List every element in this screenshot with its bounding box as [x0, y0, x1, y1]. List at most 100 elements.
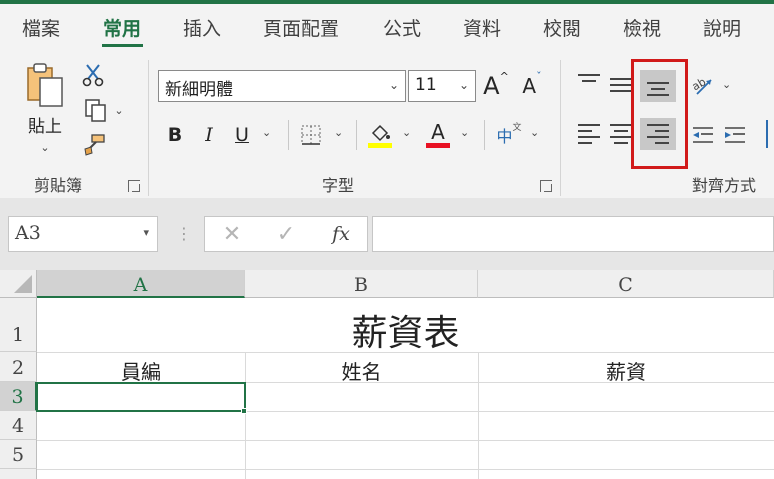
formula-input[interactable] [372, 216, 774, 252]
font-color-letter: A [431, 119, 445, 144]
fill-color-swatch [368, 142, 392, 148]
italic-button[interactable]: I [198, 120, 220, 150]
insert-function-button[interactable]: fx [329, 221, 353, 247]
column-header-a[interactable]: A [37, 270, 245, 298]
row-header-4[interactable]: 4 [0, 411, 37, 440]
borders-icon [301, 125, 321, 145]
scissors-icon [82, 64, 104, 87]
column-header-b[interactable]: B [245, 270, 478, 298]
tab-file[interactable]: 檔案 [22, 14, 60, 41]
shrink-font-letter: A [522, 74, 537, 98]
paste-label: 貼上 [28, 117, 62, 137]
chevron-down-icon: ⌄ [388, 78, 399, 92]
annotation-highlight-box [631, 59, 688, 169]
align-left-icon[interactable] [578, 124, 600, 148]
paste-button[interactable]: 貼上 ⌄ [20, 60, 70, 160]
formula-buttons: ✕ ✓ fx [204, 216, 368, 252]
increase-indent-icon [725, 127, 745, 143]
chevron-down-icon[interactable]: ⌄ [722, 78, 731, 91]
divider [356, 120, 357, 150]
column-header-c[interactable]: C [478, 270, 774, 298]
font-color-swatch [426, 142, 450, 148]
tab-formulas[interactable]: 公式 [383, 14, 421, 41]
tab-data[interactable]: 資料 [463, 14, 501, 41]
cancel-icon[interactable]: ✕ [221, 222, 243, 247]
chevron-down-icon[interactable]: ⌄ [460, 126, 469, 139]
chevron-down-icon: ⌄ [114, 103, 124, 117]
cut-button[interactable] [80, 62, 106, 88]
caret-down-icon: ▾ [143, 226, 149, 239]
text-orientation-icon: ab [691, 75, 712, 95]
font-size-value: 11 [415, 75, 437, 95]
cell-a2[interactable]: 員編 [37, 356, 245, 385]
phonetic-icon: 文 [512, 123, 522, 133]
chevron-down-icon[interactable]: ⌄ [262, 126, 271, 139]
copy-icon [85, 99, 107, 122]
paint-bucket-icon [371, 124, 390, 141]
divider [288, 120, 289, 150]
cell-b2[interactable]: 姓名 [245, 356, 478, 385]
tab-view[interactable]: 檢視 [623, 14, 661, 41]
decrease-indent-button[interactable] [690, 122, 716, 148]
font-group-label: 字型 [322, 176, 355, 195]
row-header-2[interactable]: 2 [0, 352, 37, 382]
phonetic-label: 中 [496, 127, 513, 146]
select-all-button[interactable] [0, 270, 37, 298]
tab-review[interactable]: 校閱 [543, 14, 581, 41]
alignment-group-label: 對齊方式 [692, 176, 757, 195]
tab-help[interactable]: 說明 [703, 14, 741, 41]
orientation-button[interactable]: ab [690, 72, 716, 100]
group-divider [148, 60, 149, 196]
bold-button[interactable]: B [164, 120, 186, 150]
phonetic-guide-button[interactable]: 中文 [494, 120, 524, 150]
chevron-down-icon[interactable]: ⌄ [402, 126, 411, 139]
align-center-icon[interactable] [610, 124, 632, 148]
check-icon[interactable]: ✓ [275, 222, 297, 247]
font-color-button[interactable]: A [424, 118, 452, 150]
clipboard-group-label: 剪貼簿 [34, 176, 83, 195]
caret-up-icon: ^ [499, 70, 509, 83]
group-divider [560, 60, 561, 196]
chevron-down-icon[interactable]: ⌄ [334, 126, 343, 139]
copy-button[interactable]: ⌄ [80, 96, 128, 124]
grow-font-button[interactable]: A ^ [482, 70, 510, 102]
caret-down-icon: ˇ [536, 70, 542, 83]
format-painter-icon [84, 134, 105, 156]
row-header-5[interactable]: 5 [0, 440, 37, 469]
fill-handle[interactable] [241, 408, 247, 414]
worksheet-grid: A B C 1 2 3 4 5 薪資表 員編 姓名 薪資 [0, 270, 774, 479]
title-cell[interactable]: 薪資表 [37, 304, 774, 356]
font-launcher-icon[interactable] [540, 180, 552, 192]
borders-button[interactable] [298, 122, 324, 148]
name-box[interactable]: A3 ▾ [8, 216, 158, 252]
row-header-3[interactable]: 3 [0, 382, 37, 411]
shrink-font-button[interactable]: Aˇ [518, 70, 546, 102]
row-header-6[interactable] [0, 469, 37, 479]
clipboard-launcher-icon[interactable] [128, 180, 140, 192]
row-header-1[interactable]: 1 [0, 298, 37, 352]
paste-icon [27, 63, 63, 107]
more-dots-icon: ⋮ [176, 224, 192, 243]
fill-color-button[interactable] [366, 120, 394, 150]
underline-button[interactable]: U [230, 120, 254, 150]
tab-page-layout[interactable]: 頁面配置 [263, 14, 339, 41]
format-painter-button[interactable] [80, 132, 108, 158]
tab-insert[interactable]: 插入 [183, 14, 221, 41]
increase-indent-button[interactable] [722, 122, 748, 148]
font-name-value: 新細明體 [165, 80, 233, 100]
wrap-text-icon[interactable] [766, 120, 768, 148]
font-name-box[interactable]: 新細明體 ⌄ [158, 70, 406, 102]
top-align-icon[interactable] [578, 74, 600, 92]
formula-bar: A3 ▾ ⋮ ✕ ✓ fx [0, 198, 774, 270]
active-tab-indicator [102, 44, 143, 47]
cell-c2[interactable]: 薪資 [478, 356, 774, 385]
chevron-down-icon[interactable]: ⌄ [530, 126, 539, 139]
ribbon-tabs: 檔案 常用 插入 頁面配置 公式 資料 校閱 檢視 說明 [0, 4, 774, 48]
chevron-down-icon: ⌄ [40, 141, 50, 154]
chevron-down-icon: ⌄ [458, 78, 469, 92]
gridline [37, 469, 774, 470]
active-cell-a3[interactable] [36, 382, 246, 412]
tab-home[interactable]: 常用 [103, 14, 141, 41]
font-size-box[interactable]: 11 ⌄ [408, 70, 476, 102]
middle-align-icon[interactable] [610, 78, 632, 96]
